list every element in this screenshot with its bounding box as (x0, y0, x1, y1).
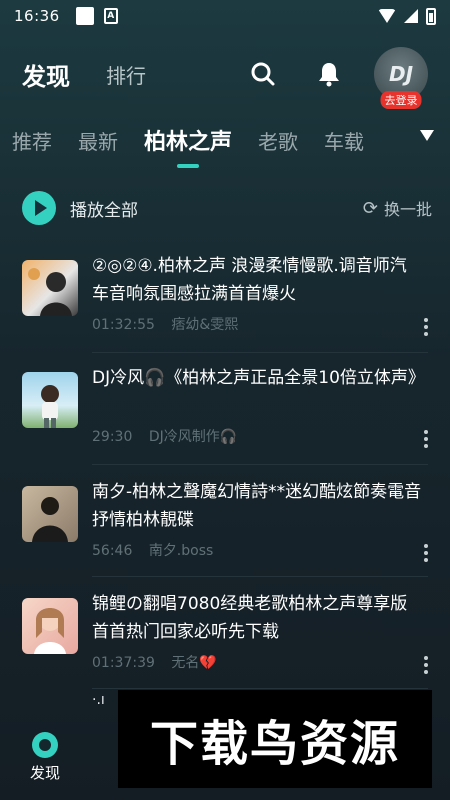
song-meta: 01:32:55 痞幼&雯熙 (92, 314, 250, 334)
play-all-label[interactable]: 播放全部 (70, 196, 138, 221)
search-button[interactable] (248, 59, 278, 89)
more-options-icon[interactable] (424, 544, 428, 562)
more-options-icon[interactable] (424, 318, 428, 336)
search-icon (251, 62, 275, 86)
category-tab-latest[interactable]: 最新 (78, 126, 118, 155)
song-cover (22, 372, 78, 428)
song-duration: 29:30 (92, 429, 133, 445)
wifi-icon (378, 9, 396, 23)
song-meta: 01:37:39 无名💔 (92, 652, 229, 672)
song-author: 痞幼&雯熙 (171, 317, 239, 333)
divider (92, 576, 428, 577)
divider (92, 352, 428, 353)
top-header: 发现 排行 DJ 去登录 (0, 47, 450, 109)
category-tab-oldies[interactable]: 老歌 (258, 126, 298, 155)
avatar[interactable]: DJ 去登录 (374, 47, 428, 109)
status-time: 16:36 (14, 7, 60, 25)
refresh-batch-label: 换一批 (383, 200, 432, 219)
song-item[interactable]: 锦鲤の翻唱7080经典老歌柏林之声尊享版首首热门回家必听先下载 01:37:39… (22, 590, 432, 690)
song-title: ②◎②④.柏林之声 浪漫柔情慢歌.调音师汽车音响氛围感拉满首首爆火 (92, 256, 407, 304)
song-meta: 29:30 DJ冷风制作🎧 (92, 426, 249, 446)
tab-discover[interactable]: 发现 (22, 57, 70, 92)
category-tabs: 推荐 最新 柏林之声 老歌 车载 (0, 118, 450, 162)
header-actions: DJ 去登录 (212, 47, 428, 109)
bell-icon (319, 63, 339, 87)
notification-button[interactable] (314, 59, 344, 89)
login-badge[interactable]: 去登录 (380, 91, 422, 109)
notification-a-icon: A (103, 8, 118, 24)
partial-row-text: ·.ı (92, 692, 105, 708)
song-cover (22, 598, 78, 654)
song-duration: 01:32:55 (92, 317, 155, 333)
song-item[interactable]: 南夕-柏林之聲魔幻情詩**迷幻酷炫節奏電音抒情柏林靚碟 56:46 南夕.bos… (22, 478, 432, 578)
song-title: DJ冷风🎧《柏林之声正品全景10倍立体声》 (92, 368, 425, 388)
nav-discover-label: 发现 (29, 764, 60, 782)
notification-square-icon (75, 7, 94, 25)
song-item[interactable]: DJ冷风🎧《柏林之声正品全景10倍立体声》 29:30 DJ冷风制作🎧 (22, 364, 432, 464)
song-author: 无名💔 (171, 655, 217, 671)
avatar-logo-text: DJ (388, 62, 414, 86)
refresh-batch-button[interactable]: ⟳ 换一批 (363, 196, 432, 220)
signal-icon (404, 9, 418, 23)
divider (92, 688, 428, 689)
song-author: DJ冷风制作🎧 (148, 429, 238, 445)
song-duration: 01:37:39 (92, 655, 155, 671)
watermark-banner: 下载鸟资源 (118, 690, 432, 788)
nav-discover[interactable]: 发现 (20, 732, 70, 783)
chevron-down-icon[interactable] (420, 130, 434, 141)
tab-ranking[interactable]: 排行 (106, 60, 146, 89)
song-meta: 56:46 南夕.boss (92, 540, 225, 560)
song-item[interactable]: ②◎②④.柏林之声 浪漫柔情慢歌.调音师汽车音响氛围感拉满首首爆火 01:32:… (22, 252, 432, 352)
refresh-icon: ⟳ (362, 197, 378, 219)
disc-icon (32, 732, 58, 758)
more-options-icon[interactable] (424, 430, 428, 448)
play-all-button[interactable] (22, 191, 56, 225)
category-tab-car[interactable]: 车载 (324, 126, 364, 155)
divider (92, 464, 428, 465)
song-duration: 56:46 (92, 543, 133, 559)
song-cover (22, 260, 78, 316)
play-all-row: 播放全部 ⟳ 换一批 (22, 190, 432, 226)
category-tab-recommend[interactable]: 推荐 (12, 126, 52, 155)
bottom-nav: ·.ı 发现 下载鸟资源 (0, 690, 450, 800)
status-indicators (378, 7, 436, 25)
song-author: 南夕.boss (148, 543, 214, 559)
more-options-icon[interactable] (424, 656, 428, 674)
song-cover (22, 486, 78, 542)
song-title: 南夕-柏林之聲魔幻情詩**迷幻酷炫節奏電音抒情柏林靚碟 (92, 482, 422, 530)
battery-icon (426, 7, 436, 25)
status-bar: 16:36 A (0, 0, 450, 32)
category-tab-berlin-sound[interactable]: 柏林之声 (144, 124, 232, 156)
song-title: 锦鲤の翻唱7080经典老歌柏林之声尊享版首首热门回家必听先下载 (92, 594, 408, 642)
